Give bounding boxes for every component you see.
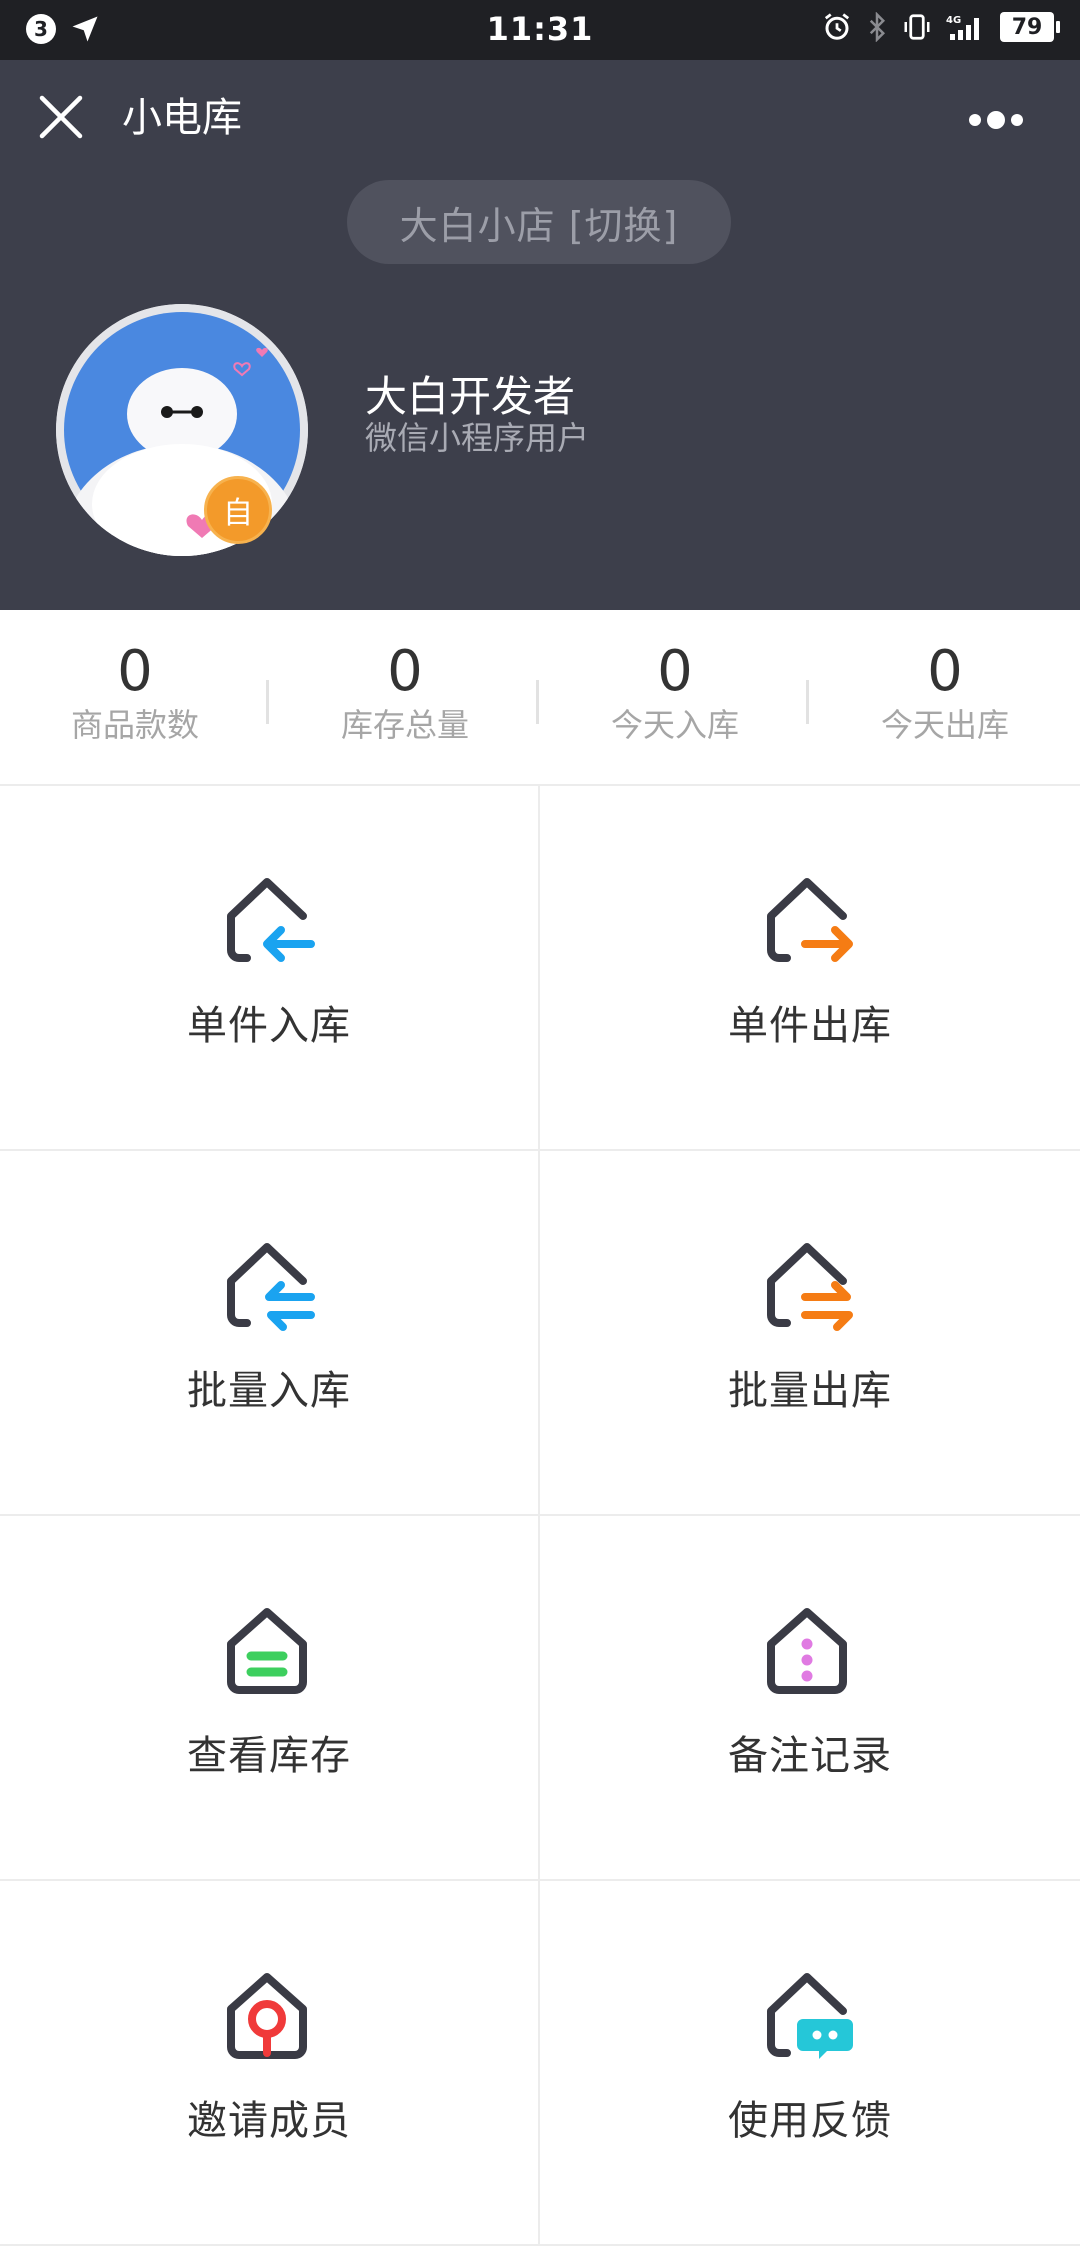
stat-today-in[interactable]: 0 今天入库 [540, 639, 810, 745]
menu-label: 邀请成员 [187, 2098, 351, 2144]
menu-label: 使用反馈 [728, 2098, 892, 2144]
vibrate-icon [904, 14, 930, 40]
menu-single-out[interactable]: 单件出库 [540, 786, 1080, 1151]
stat-today-out[interactable]: 0 今天出库 [810, 639, 1080, 745]
stat-value: 0 [117, 639, 153, 704]
more-button[interactable] [960, 100, 1050, 140]
menu-grid: 单件入库 单件出库 批量入库 批量出库 查看库存 备注记录 邀请成员 使用反馈 [0, 786, 1080, 2246]
stat-label: 库存总量 [340, 706, 469, 744]
stat-value: 0 [387, 639, 423, 704]
bluetooth-icon [869, 12, 886, 42]
stats-bar: 0 商品款数 0 库存总量 0 今天入库 0 今天出库 [0, 610, 1080, 786]
menu-label: 批量入库 [187, 1368, 351, 1414]
menu-label: 批量出库 [728, 1368, 892, 1414]
close-icon [39, 95, 83, 139]
user-name: 大白开发者 [365, 372, 576, 421]
alarm-icon [824, 13, 850, 40]
menu-batch-out[interactable]: 批量出库 [540, 1151, 1080, 1516]
menu-label: 单件出库 [728, 1003, 892, 1049]
house-double-arrow-out-icon [767, 1243, 853, 1331]
menu-view-stock[interactable]: 查看库存 [0, 1516, 540, 1881]
store-switch-button[interactable]: 大白小店 [切换] [347, 180, 731, 264]
stat-value: 0 [927, 639, 963, 704]
signal-4g-icon: 4G [946, 15, 979, 40]
house-location-icon [227, 1973, 307, 2059]
stat-divider [806, 680, 809, 724]
menu-label: 查看库存 [187, 1733, 351, 1779]
house-dots-icon [767, 1608, 847, 1694]
more-icon [969, 111, 1023, 129]
house-lines-icon [227, 1608, 307, 1694]
house-double-arrow-in-icon [227, 1243, 315, 1331]
user-subtitle: 微信小程序用户 [365, 419, 590, 457]
profile-header: 小电库 大白小店 [切换] 自 大白开发者 微信小程序用户 [0, 60, 1080, 610]
stat-stock-total[interactable]: 0 库存总量 [270, 639, 540, 745]
stat-product-count[interactable]: 0 商品款数 [0, 639, 270, 745]
menu-notes[interactable]: 备注记录 [540, 1516, 1080, 1881]
stat-label: 今天入库 [610, 706, 739, 744]
menu-feedback[interactable]: 使用反馈 [540, 1881, 1080, 2246]
house-chat-icon [767, 1973, 853, 2059]
nav-title: 小电库 [122, 95, 242, 141]
menu-label: 单件入库 [187, 1003, 351, 1049]
house-arrow-in-icon [227, 878, 315, 962]
status-bar: 3 11:31 4G 79 [0, 0, 1080, 60]
stat-divider [536, 680, 539, 724]
house-arrow-out-icon [767, 878, 853, 962]
menu-label: 备注记录 [728, 1733, 892, 1779]
battery-level: 79 [1000, 12, 1060, 42]
status-right: 4G 79 [822, 12, 1060, 42]
stat-value: 0 [657, 639, 693, 704]
menu-invite-members[interactable]: 邀请成员 [0, 1881, 540, 2246]
menu-batch-in[interactable]: 批量入库 [0, 1151, 540, 1516]
stat-divider [266, 680, 269, 724]
menu-single-in[interactable]: 单件入库 [0, 786, 540, 1151]
stat-label: 今天出库 [880, 706, 1009, 744]
stat-label: 商品款数 [70, 706, 199, 744]
svg-text:4G: 4G [946, 15, 961, 26]
self-badge: 自 [204, 476, 272, 544]
close-button[interactable] [36, 92, 86, 142]
